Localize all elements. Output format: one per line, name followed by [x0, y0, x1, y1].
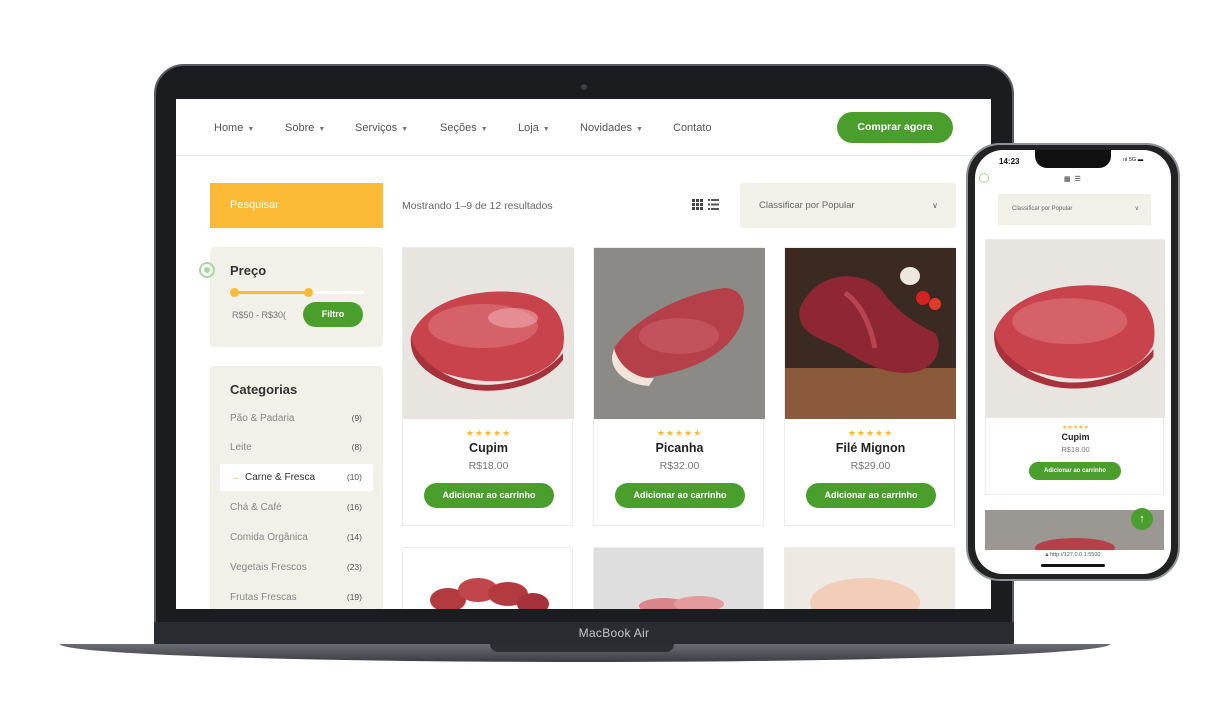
laptop-notch	[490, 644, 674, 652]
category-item[interactable]: Comida Orgânica (14)	[230, 532, 362, 543]
arrow-right-icon: →	[230, 472, 240, 483]
address-bar[interactable]: 🔒︎ http://127.0.0.1:5500	[975, 552, 1171, 559]
chevron-down-icon: ▼	[401, 126, 409, 133]
rating-stars: ★★★★★	[465, 428, 512, 438]
lock-icon: 🔒︎	[1045, 552, 1049, 558]
product-card[interactable]: ★★★★★ Filé Mignon R$29.00 Adicionar ao c…	[784, 247, 956, 526]
add-to-cart-button[interactable]: Adicionar ao carrinho	[1029, 462, 1121, 480]
product-card-partial[interactable]	[784, 547, 955, 609]
rating-stars: ★★★★★	[656, 428, 703, 438]
nav-sobre[interactable]: Sobre ▼	[285, 122, 325, 134]
product-card[interactable]: ★★★★★ Cupim R$18.00 Adicionar ao carrinh…	[985, 239, 1165, 495]
slider-handle-max[interactable]	[304, 288, 313, 297]
product-image-cupim	[986, 240, 1165, 418]
signal-icon: ııl	[1123, 157, 1128, 163]
category-item[interactable]: Chá & Café (16)	[230, 502, 362, 513]
search-button[interactable]: Pesquisar	[210, 183, 383, 228]
nav-novidades[interactable]: Novidades ▼	[580, 122, 643, 134]
product-price: R$29.00	[850, 460, 891, 472]
product-price: R$18.00	[468, 460, 509, 472]
product-card-partial[interactable]	[402, 547, 573, 609]
category-item[interactable]: Leite (8)	[230, 442, 362, 453]
grid-view-icon[interactable]	[692, 199, 703, 210]
radio-icon	[979, 173, 989, 183]
chevron-down-icon: ▼	[247, 126, 255, 133]
product-card[interactable]: ★★★★★ Picanha R$32.00 Adicionar ao carri…	[593, 247, 765, 526]
product-card[interactable]: ★★★★★ Cupim R$18.00 Adicionar ao carrinh…	[402, 247, 574, 526]
price-range-text: R$50 - R$30(	[232, 310, 287, 320]
slider-handle-min[interactable]	[230, 288, 239, 297]
chevron-down-icon: ▼	[318, 126, 326, 133]
add-to-cart-button[interactable]: Adicionar ao carrinho	[615, 483, 745, 508]
home-indicator	[1041, 564, 1105, 567]
product-name: Cupim	[1061, 432, 1090, 442]
chevron-down-icon: ∨	[1134, 206, 1139, 212]
rating-stars: ★★★★★	[847, 428, 894, 438]
sort-select[interactable]: Classificar por Popular ∨	[998, 194, 1151, 225]
category-item[interactable]: Pão & Padaria (9)	[230, 413, 362, 424]
filter-button[interactable]: Filtro	[303, 302, 363, 327]
category-item[interactable]: Frutas Frescas (19)	[230, 592, 362, 603]
product-image-file-mignon	[785, 248, 956, 419]
chevron-down-icon: ∨	[932, 201, 938, 210]
signal-indicator: ııl 5G ▬	[1123, 157, 1144, 163]
product-price: R$18.00	[1061, 445, 1090, 454]
chevron-down-icon: ▼	[635, 126, 643, 133]
back-to-top-button[interactable]: ↑	[1131, 508, 1153, 530]
camera	[581, 84, 587, 90]
top-nav: Home ▼ Sobre ▼ Serviços ▼ Seções ▼ Loja ▼ Nov…	[176, 99, 991, 156]
product-image-cupim	[403, 248, 574, 419]
chevron-down-icon: ▼	[480, 126, 488, 133]
nav-servicos[interactable]: Serviços ▼	[355, 122, 408, 134]
product-name: Picanha	[655, 441, 704, 455]
product-image-sausages	[403, 548, 572, 609]
buy-now-button[interactable]: Comprar agora	[837, 112, 953, 143]
product-card-partial[interactable]	[593, 547, 764, 609]
battery-icon: ▬	[1137, 157, 1144, 163]
laptop-screen: Home ▼ Sobre ▼ Serviços ▼ Seções ▼ Loja ▼ Nov…	[176, 99, 991, 609]
nav-secoes[interactable]: Seções ▼	[440, 122, 488, 134]
shop-content: Pesquisar Preço R$50 - R$30( Filtro Cate…	[176, 156, 991, 609]
price-title: Preço	[230, 263, 267, 278]
slider-fill	[234, 291, 308, 294]
price-slider[interactable]	[230, 288, 364, 297]
add-to-cart-button[interactable]: Adicionar ao carrinho	[806, 483, 936, 508]
product-image-sliced-meat	[594, 548, 763, 609]
nav-home[interactable]: Home ▼	[214, 122, 254, 134]
product-name: Cupim	[469, 441, 508, 455]
phone-notch	[1035, 150, 1111, 168]
chevron-down-icon: ▼	[542, 126, 550, 133]
product-price: R$32.00	[659, 460, 700, 472]
sort-select[interactable]: Classificar por Popular ∨	[740, 183, 956, 228]
list-view-icon[interactable]: ☰	[1075, 176, 1082, 183]
view-toggle[interactable]: ▦ ☰	[1064, 175, 1082, 183]
laptop-brand-label: MacBook Air	[578, 626, 650, 640]
nav-contato[interactable]: Contato	[673, 122, 712, 134]
status-time: 14:23	[999, 157, 1020, 166]
grid-view-icon[interactable]: ▦	[1064, 176, 1072, 183]
rating-stars: ★★★★★	[1062, 425, 1089, 431]
category-item-active[interactable]: → Carne & Fresca (10)	[230, 472, 362, 483]
phone-screen: 14:23 ııl 5G ▬ ▦ ☰ Classificar por Popul…	[975, 150, 1171, 574]
category-item[interactable]: Vegetais Frescos (23)	[230, 562, 362, 573]
results-count: Mostrando 1–9 de 12 resultados	[402, 200, 553, 212]
add-to-cart-button[interactable]: Adicionar ao carrinho	[424, 483, 554, 508]
product-image-chicken	[785, 548, 954, 609]
product-image-picanha	[594, 248, 765, 419]
radio-icon	[199, 262, 215, 278]
nav-loja[interactable]: Loja ▼	[518, 122, 550, 134]
product-name: Filé Mignon	[835, 441, 906, 455]
list-view-icon[interactable]	[708, 199, 719, 210]
categories-title: Categorias	[230, 382, 298, 397]
price-filter-panel	[210, 247, 383, 347]
